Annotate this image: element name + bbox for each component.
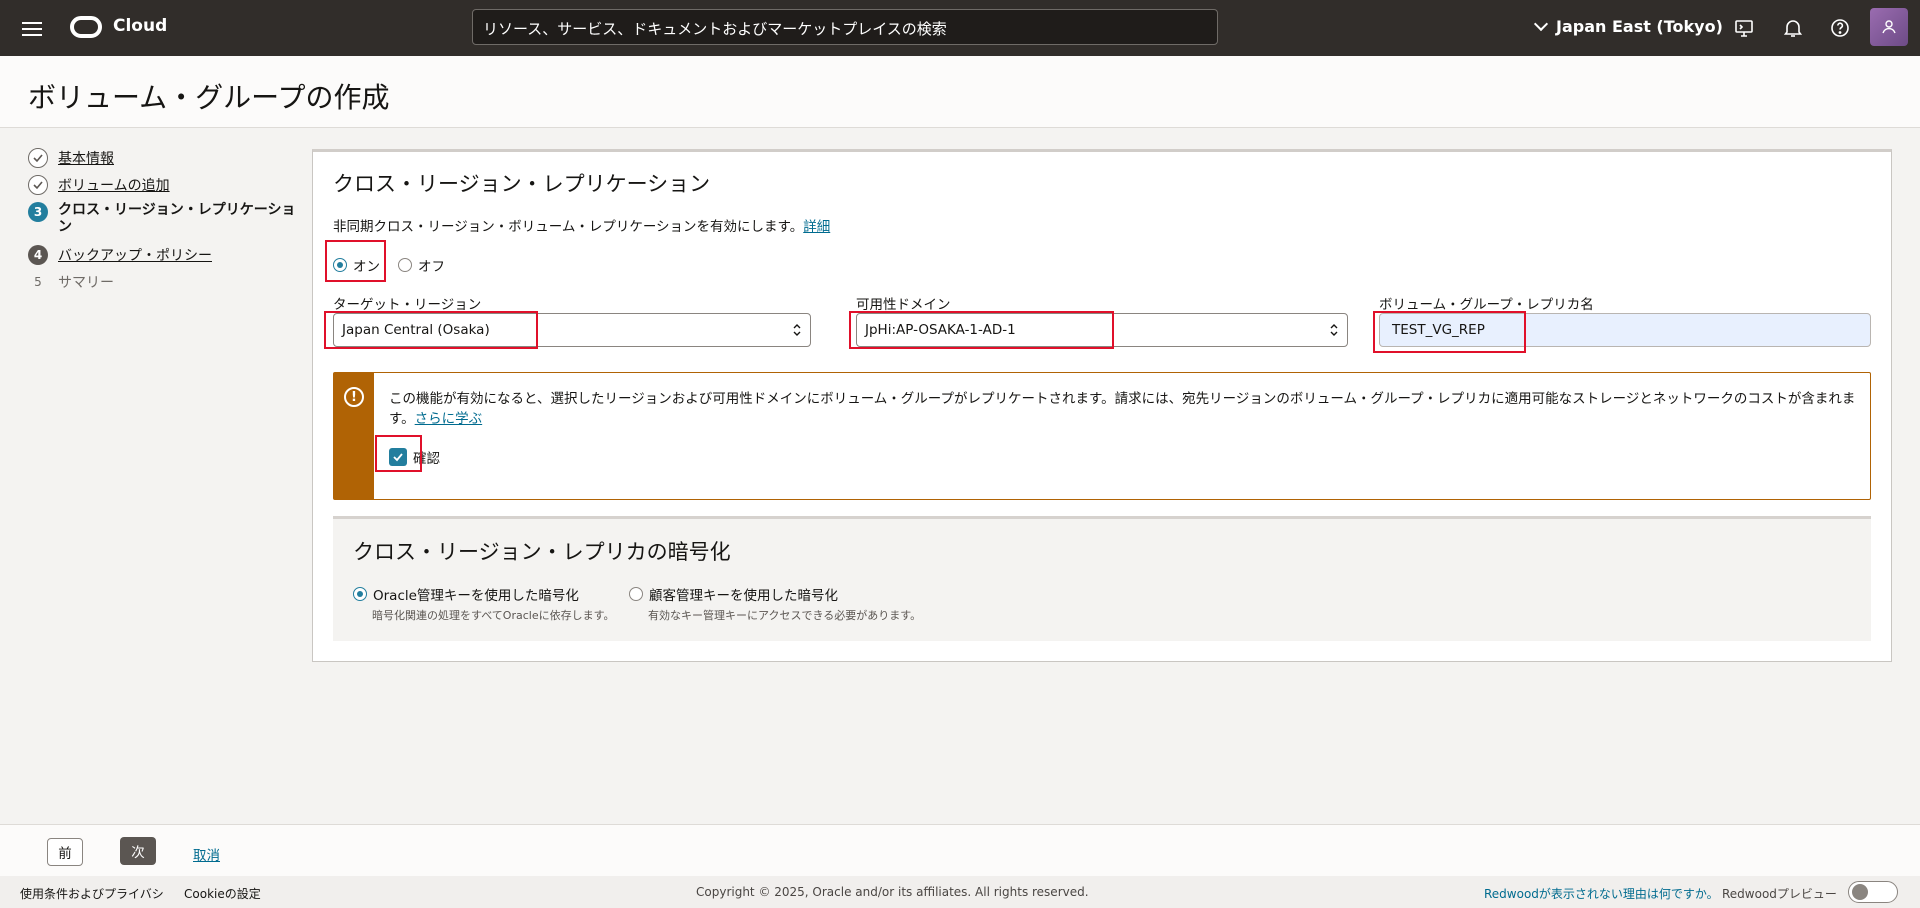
step-summary: 5 サマリー: [28, 272, 300, 299]
bell-icon[interactable]: [1781, 16, 1805, 40]
replica-name-input[interactable]: TEST_VG_REP: [1379, 313, 1871, 347]
radio-on-label: オン: [353, 259, 380, 275]
prev-button[interactable]: 前: [47, 838, 83, 866]
section-description: 非同期クロス・リージョン・ボリューム・レプリケーションを有効にします。詳細: [333, 215, 830, 235]
confirm-label: 確認: [413, 451, 440, 467]
option-label: 顧客管理キーを使用した暗号化: [649, 588, 838, 604]
step-label: サマリー: [58, 275, 114, 291]
step-basic-info[interactable]: 基本情報: [28, 148, 300, 175]
radio-unselected-icon: [398, 258, 412, 272]
radio-selected-icon: [353, 587, 367, 601]
replication-toggle: オン オフ: [333, 255, 445, 275]
oracle-logo[interactable]: [70, 16, 102, 38]
footer: 使用条件およびプライバシ Cookieの設定 Copyright © 2025,…: [0, 876, 1920, 908]
check-icon: [28, 175, 48, 195]
encryption-option-customer[interactable]: 顧客管理キーを使用した暗号化 有効なキー管理キーにアクセスできる必要があります。: [629, 584, 921, 623]
brand-name: Cloud: [113, 16, 168, 36]
chevron-down-icon: [1533, 16, 1549, 31]
redwood-preview-label: Redwoodプレビュー: [1722, 887, 1837, 901]
redwood-link[interactable]: Redwoodが表示されない理由は何ですか。: [1484, 885, 1719, 902]
encryption-option-oracle[interactable]: Oracle管理キーを使用した暗号化 暗号化関連の処理をすべてOracleに依存…: [353, 584, 614, 623]
action-bar: 前 次 取消: [0, 824, 1920, 876]
select-arrows-icon: [793, 324, 801, 336]
cancel-link[interactable]: 取消: [193, 844, 220, 864]
step-number: 5: [34, 275, 42, 289]
check-icon: [28, 148, 48, 168]
target-region-label: ターゲット・リージョン: [333, 297, 482, 313]
ad-select[interactable]: JpHi:AP-OSAKA-1-AD-1: [856, 313, 1348, 347]
cookie-link[interactable]: Cookieの設定: [184, 885, 261, 902]
ad-value: JpHi:AP-OSAKA-1-AD-1: [865, 322, 1016, 338]
region-label: Japan East (Tokyo): [1556, 17, 1723, 36]
step-label: クロス・リージョン・レプリケーション: [58, 202, 296, 235]
page-header: ボリューム・グループの作成: [0, 56, 1920, 128]
step-label[interactable]: 基本情報: [58, 148, 114, 168]
radio-unselected-icon: [629, 587, 643, 601]
checkbox-checked-icon: [389, 448, 407, 466]
warning-icon: !: [344, 387, 364, 407]
terms-link[interactable]: 使用条件およびプライバシ: [20, 885, 164, 902]
radio-off-label: オフ: [418, 259, 445, 275]
replication-card: クロス・リージョン・レプリケーション 非同期クロス・リージョン・ボリューム・レプ…: [312, 149, 1892, 662]
top-bar: Cloud リソース、サービス、ドキュメントおよびマーケットプレイスの検索 Ja…: [0, 0, 1920, 56]
details-link[interactable]: 詳細: [803, 219, 830, 235]
learn-more-link[interactable]: さらに学ぶ: [415, 411, 483, 427]
warning-text: この機能が有効になると、選択したリージョンおよび可用性ドメインにボリューム・グル…: [389, 389, 1859, 429]
option-label: Oracle管理キーを使用した暗号化: [373, 588, 579, 604]
copyright-text: Copyright © 2025, Oracle and/or its affi…: [696, 885, 1089, 899]
section-title: クロス・リージョン・レプリケーション: [333, 172, 711, 196]
option-description: 有効なキー管理キーにアクセスできる必要があります。: [648, 609, 922, 622]
wizard-steps: 基本情報 ボリュームの追加 3 クロス・リージョン・レプリケーション 4 バック…: [28, 148, 300, 299]
avatar[interactable]: [1870, 8, 1908, 46]
warning-message: ! この機能が有効になると、選択したリージョンおよび可用性ドメインにボリューム・…: [333, 372, 1871, 500]
step-add-volumes[interactable]: ボリュームの追加: [28, 175, 300, 202]
radio-off[interactable]: オフ: [398, 255, 445, 275]
warning-bar: !: [334, 373, 374, 499]
menu-icon[interactable]: [22, 18, 46, 38]
step-label[interactable]: ボリュームの追加: [58, 175, 170, 195]
step-number: 4: [28, 245, 48, 265]
step-backup-policy[interactable]: 4 バックアップ・ポリシー: [28, 245, 300, 272]
warning-body: この機能が有効になると、選択したリージョンおよび可用性ドメインにボリューム・グル…: [389, 391, 1856, 427]
page-title: ボリューム・グループの作成: [28, 81, 390, 114]
select-arrows-icon: [1330, 324, 1338, 336]
step-cross-region: 3 クロス・リージョン・レプリケーション: [28, 202, 300, 245]
confirm-checkbox[interactable]: 確認: [389, 447, 440, 467]
option-description: 暗号化関連の処理をすべてOracleに依存します。: [372, 609, 615, 622]
target-region-value: Japan Central (Osaka): [342, 322, 490, 338]
description-text: 非同期クロス・リージョン・ボリューム・レプリケーションを有効にします。: [333, 219, 804, 235]
region-selector[interactable]: Japan East (Tokyo): [1533, 16, 1723, 36]
search-input[interactable]: リソース、サービス、ドキュメントおよびマーケットプレイスの検索: [472, 9, 1218, 45]
step-number: 3: [28, 202, 48, 222]
encryption-title: クロス・リージョン・レプリカの暗号化: [353, 540, 731, 564]
help-icon[interactable]: [1828, 16, 1852, 40]
next-button[interactable]: 次: [120, 837, 156, 865]
encryption-section: クロス・リージョン・レプリカの暗号化 Oracle管理キーを使用した暗号化 暗号…: [333, 516, 1871, 641]
ad-label: 可用性ドメイン: [856, 297, 951, 313]
cloud-shell-icon[interactable]: [1732, 16, 1756, 40]
replica-name-label: ボリューム・グループ・レプリカ名: [1379, 297, 1594, 313]
redwood-preview-toggle[interactable]: [1848, 881, 1898, 903]
radio-on[interactable]: オン: [333, 255, 380, 275]
radio-selected-icon: [333, 258, 347, 272]
step-label[interactable]: バックアップ・ポリシー: [58, 245, 212, 265]
target-region-select[interactable]: Japan Central (Osaka): [333, 313, 811, 347]
